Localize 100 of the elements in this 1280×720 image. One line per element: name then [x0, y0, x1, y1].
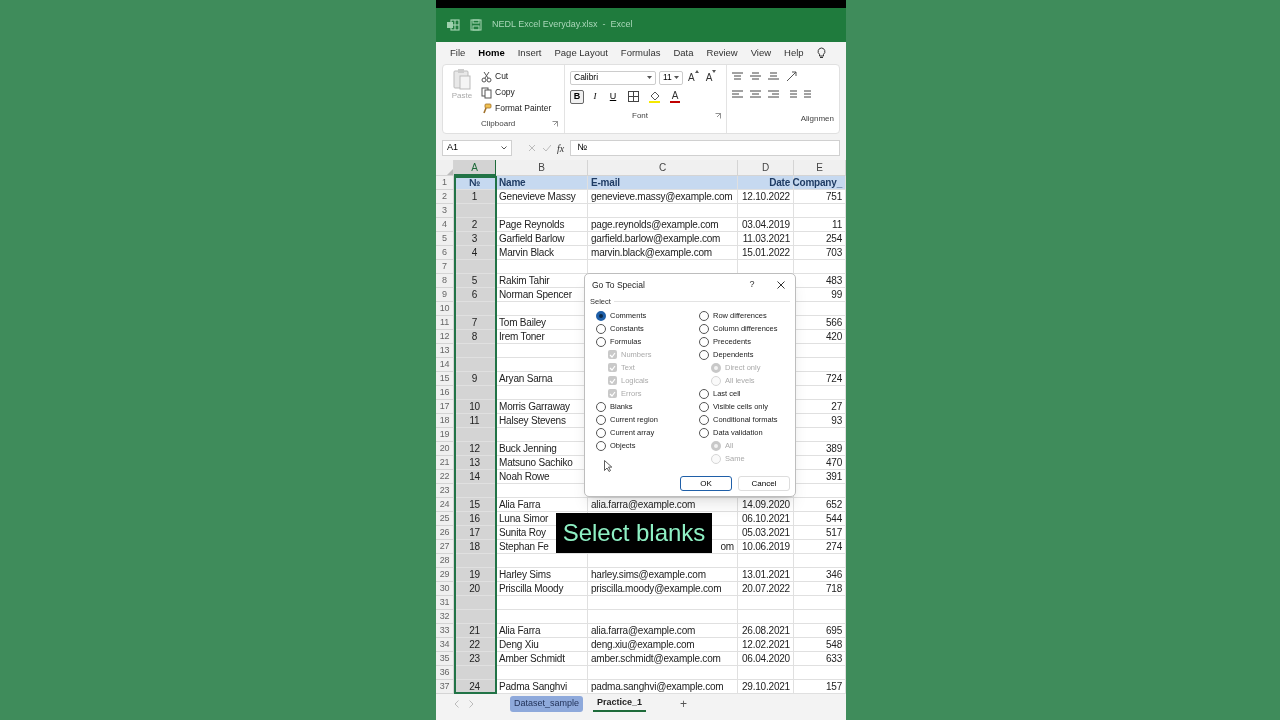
increase-font-button[interactable]: A [686, 70, 701, 85]
radio-button[interactable] [699, 323, 709, 334]
row-header[interactable]: 21 [436, 456, 454, 470]
align-bottom-icon[interactable] [768, 70, 779, 82]
italic-button[interactable]: I [588, 89, 602, 104]
row-header[interactable]: 3 [436, 204, 454, 218]
launcher-icon[interactable] [715, 113, 721, 119]
sheet-tab[interactable]: Dataset_sample [510, 696, 584, 712]
clipboard-icon[interactable] [452, 68, 472, 90]
row-header[interactable]: 24 [436, 498, 454, 512]
cancel-icon[interactable] [528, 144, 536, 152]
row-header[interactable]: 2 [436, 190, 454, 204]
font-name-dropdown[interactable]: Calibri [570, 70, 656, 85]
help-button[interactable]: ? [744, 278, 760, 292]
row-header[interactable]: 33 [436, 624, 454, 638]
bold-button[interactable]: B [570, 89, 584, 104]
row-header[interactable]: 26 [436, 526, 454, 540]
ribbon-button[interactable]: Copy [481, 86, 552, 99]
radio-button[interactable] [699, 336, 709, 347]
align-center-icon[interactable] [750, 88, 761, 100]
radio-button[interactable] [699, 388, 709, 399]
align-right-icon[interactable] [768, 88, 779, 100]
row-header[interactable]: 29 [436, 568, 454, 582]
radio-button[interactable] [596, 414, 606, 425]
row-header[interactable]: 36 [436, 666, 454, 680]
decrease-font-button[interactable]: A [703, 70, 719, 85]
radio-button[interactable] [596, 336, 606, 347]
row-header[interactable]: 14 [436, 358, 454, 372]
align-top-icon[interactable] [732, 70, 743, 82]
menu-tab[interactable]: Review [706, 45, 738, 61]
radio-button[interactable] [699, 349, 709, 360]
menu-tab[interactable]: Home [478, 45, 505, 61]
row-header[interactable]: 10 [436, 302, 454, 316]
spreadsheet-icon[interactable] [446, 19, 460, 31]
row-header[interactable]: 15 [436, 372, 454, 386]
row-header[interactable]: 34 [436, 638, 454, 652]
row-header[interactable]: 31 [436, 596, 454, 610]
orientation-icon[interactable] [786, 70, 797, 82]
row-header[interactable]: 30 [436, 582, 454, 596]
radio-button[interactable] [699, 310, 709, 321]
formula-input[interactable]: № [570, 140, 840, 156]
ribbon-button[interactable]: Cut [481, 70, 552, 83]
row-header[interactable]: 28 [436, 554, 454, 568]
column-header[interactable]: B [496, 160, 588, 176]
chevron-right-icon[interactable] [469, 700, 474, 708]
radio-button[interactable] [596, 401, 606, 412]
column-header[interactable]: C [588, 160, 738, 176]
column-header[interactable]: E [794, 160, 846, 176]
font-size-dropdown[interactable]: 11 [659, 70, 683, 85]
dialog-button[interactable]: OK [680, 476, 732, 491]
row-header[interactable]: 9 [436, 288, 454, 302]
row-header[interactable]: 37 [436, 680, 454, 694]
row-header[interactable]: 18 [436, 414, 454, 428]
lightbulb-icon[interactable] [816, 47, 826, 59]
menu-tab[interactable]: File [450, 45, 466, 61]
row-header[interactable]: 5 [436, 232, 454, 246]
row-header[interactable]: 7 [436, 260, 454, 274]
radio-button[interactable] [596, 323, 606, 334]
add-sheet-button[interactable]: + [680, 695, 688, 713]
launcher-icon[interactable] [552, 121, 558, 127]
radio-button[interactable] [596, 440, 606, 451]
check-icon[interactable] [542, 144, 551, 152]
row-header[interactable]: 4 [436, 218, 454, 232]
sheet-tab[interactable]: Practice_1 [593, 696, 647, 712]
row-header[interactable]: 20 [436, 442, 454, 456]
menu-tab[interactable]: Data [673, 45, 694, 61]
row-header[interactable]: 19 [436, 428, 454, 442]
row-header[interactable]: 16 [436, 386, 454, 400]
column-header[interactable]: A [454, 160, 496, 176]
row-header[interactable]: 13 [436, 344, 454, 358]
row-header[interactable]: 12 [436, 330, 454, 344]
borders-icon[interactable] [628, 91, 639, 102]
row-header[interactable]: 6 [436, 246, 454, 260]
radio-button[interactable] [596, 310, 606, 321]
fill-color-icon[interactable] [649, 90, 660, 103]
menu-tab[interactable]: View [750, 45, 772, 61]
row-header[interactable]: 23 [436, 484, 454, 498]
menu-tab[interactable]: Page Layout [554, 45, 608, 61]
radio-button[interactable] [596, 427, 606, 438]
radio-button[interactable] [699, 401, 709, 412]
save-icon[interactable] [470, 19, 482, 31]
radio-button[interactable] [699, 427, 709, 438]
row-header[interactable]: 17 [436, 400, 454, 414]
ribbon-button[interactable]: Format Painter [481, 102, 552, 115]
chevron-left-icon[interactable] [454, 700, 459, 708]
column-header[interactable]: D [738, 160, 794, 176]
row-header[interactable]: 35 [436, 652, 454, 666]
row-header[interactable]: 11 [436, 316, 454, 330]
row-header[interactable]: 32 [436, 610, 454, 624]
insert-function-button[interactable]: fx [557, 140, 565, 156]
underline-button[interactable]: U [606, 89, 620, 104]
menu-tab[interactable]: Formulas [620, 45, 661, 61]
radio-button[interactable] [699, 414, 709, 425]
menu-tab[interactable]: Insert [517, 45, 542, 61]
dialog-button[interactable]: Cancel [738, 476, 790, 491]
row-header[interactable]: 8 [436, 274, 454, 288]
font-color-button[interactable]: A [670, 90, 680, 103]
menu-tab[interactable]: Help [784, 45, 804, 61]
row-header[interactable]: 25 [436, 512, 454, 526]
row-header[interactable]: 22 [436, 470, 454, 484]
